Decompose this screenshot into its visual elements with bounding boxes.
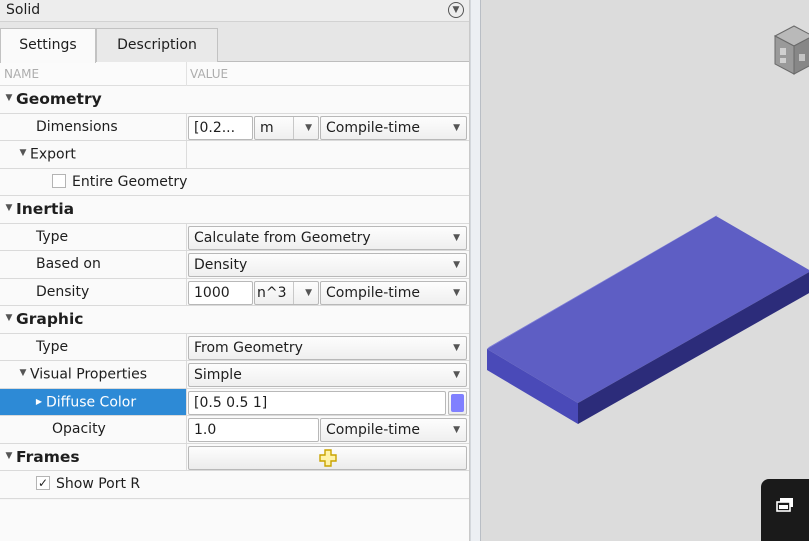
group-inertia[interactable]: ▼ Inertia xyxy=(0,196,469,224)
view-cube-icon[interactable] xyxy=(773,25,809,75)
chevron-down-icon[interactable]: ▼ xyxy=(2,195,16,222)
density-config-select[interactable]: Compile-time ▼ xyxy=(320,280,467,305)
row-label: Type xyxy=(0,333,187,360)
chevron-down-icon[interactable]: ▼ xyxy=(2,85,16,112)
opacity-input[interactable]: 1.0 xyxy=(188,418,319,442)
scene xyxy=(487,25,809,424)
chevron-right-icon[interactable]: ▶ xyxy=(32,388,46,415)
group-frames[interactable]: ▼ Frames xyxy=(0,443,469,471)
add-frame-icon xyxy=(318,448,337,467)
dimensions-input[interactable]: [0.2... xyxy=(188,115,253,140)
row-diffuse-color[interactable]: ▶ Diffuse Color [0.5 0.5 1] xyxy=(0,388,469,416)
row-based-on: Based on Density ▼ xyxy=(0,251,469,279)
dropdown-arrow-icon: ▼ xyxy=(305,122,312,133)
panel-title: Solid xyxy=(6,2,41,18)
row-label: Export xyxy=(30,146,76,163)
dropdown-arrow-icon: ▼ xyxy=(453,122,460,133)
row-label: Dimensions xyxy=(0,113,187,140)
row-show-port-r: ✓ Show Port R xyxy=(0,471,469,499)
layers-icon[interactable] xyxy=(775,497,795,515)
dropdown-arrow-icon: ▼ xyxy=(453,287,460,298)
density-input[interactable]: 1000 xyxy=(188,280,253,305)
empty-area xyxy=(0,500,469,541)
property-panel: Solid ▼ Settings Description NAME VALUE … xyxy=(0,0,470,541)
dropdown-arrow-icon: ▼ xyxy=(453,342,460,353)
panel-splitter[interactable] xyxy=(470,0,481,541)
row-label: Density xyxy=(0,278,187,305)
solid-body[interactable] xyxy=(487,214,809,424)
3d-viewport[interactable] xyxy=(481,0,809,541)
row-label: Diffuse Color xyxy=(46,394,137,410)
row-dimensions: Dimensions [0.2... m ▼ Compile-time ▼ xyxy=(0,113,469,141)
checkbox-label: Show Port R xyxy=(56,476,141,492)
chevron-down-icon[interactable]: ▼ xyxy=(16,140,30,167)
dropdown-arrow-icon: ▼ xyxy=(453,232,460,243)
row-export[interactable]: ▼ Export xyxy=(0,141,469,169)
tab-description[interactable]: Description xyxy=(96,28,218,62)
entire-geometry-checkbox[interactable] xyxy=(52,173,66,188)
row-label: Type xyxy=(0,223,187,250)
column-header: NAME VALUE xyxy=(0,62,469,86)
row-graphic-type: Type From Geometry ▼ xyxy=(0,333,469,361)
group-graphic[interactable]: ▼ Graphic xyxy=(0,306,469,334)
diffuse-color-swatch-button[interactable] xyxy=(448,390,467,415)
dropdown-arrow-icon: ▼ xyxy=(453,370,460,380)
row-visual-properties[interactable]: ▼ Visual Properties Simple ▼ xyxy=(0,361,469,389)
row-density: Density 1000 n^3 ▼ Compile-time ▼ xyxy=(0,278,469,306)
dimensions-unit-select[interactable]: m ▼ xyxy=(254,115,319,140)
collapse-icon[interactable]: ▼ xyxy=(448,2,464,18)
group-label: Inertia xyxy=(16,200,75,218)
density-unit-select[interactable]: n^3 ▼ xyxy=(254,280,319,305)
group-label: Graphic xyxy=(16,310,84,328)
row-inertia-type: Type Calculate from Geometry ▼ xyxy=(0,223,469,251)
inertia-type-select[interactable]: Calculate from Geometry ▼ xyxy=(188,225,467,250)
add-frame-button[interactable] xyxy=(188,445,467,470)
view-toolbar[interactable] xyxy=(761,479,809,541)
panel-titlebar: Solid ▼ xyxy=(0,0,469,22)
dropdown-arrow-icon: ▼ xyxy=(305,287,312,298)
chevron-down-icon[interactable]: ▼ xyxy=(2,305,16,332)
diffuse-color-input[interactable]: [0.5 0.5 1] xyxy=(188,390,446,415)
chevron-down-icon[interactable]: ▼ xyxy=(2,443,16,470)
group-geometry[interactable]: ▼ Geometry xyxy=(0,86,469,114)
row-opacity: Opacity 1.0 Compile-time ▼ xyxy=(0,416,469,444)
column-value-header: VALUE xyxy=(190,67,229,81)
opacity-config-select[interactable]: Compile-time ▼ xyxy=(320,418,467,442)
based-on-select[interactable]: Density ▼ xyxy=(188,253,467,277)
checkbox-label: Entire Geometry xyxy=(72,173,188,190)
group-label: Frames xyxy=(16,447,80,466)
row-entire-geometry: Entire Geometry xyxy=(0,168,469,196)
row-label: Visual Properties xyxy=(30,366,147,383)
dropdown-arrow-icon: ▼ xyxy=(453,425,460,435)
dropdown-arrow-icon: ▼ xyxy=(453,260,460,270)
visual-properties-select[interactable]: Simple ▼ xyxy=(188,363,467,387)
column-name-header: NAME xyxy=(4,67,40,81)
graphic-type-select[interactable]: From Geometry ▼ xyxy=(188,335,467,360)
row-label: Based on xyxy=(0,251,187,278)
group-label: Geometry xyxy=(16,90,102,108)
tab-bar: Settings Description xyxy=(0,22,469,63)
show-port-r-checkbox[interactable]: ✓ xyxy=(36,476,50,490)
row-label: Opacity xyxy=(0,416,187,443)
tab-settings[interactable]: Settings xyxy=(0,28,96,63)
dimensions-config-select[interactable]: Compile-time ▼ xyxy=(320,115,467,140)
chevron-down-icon[interactable]: ▼ xyxy=(16,360,30,387)
